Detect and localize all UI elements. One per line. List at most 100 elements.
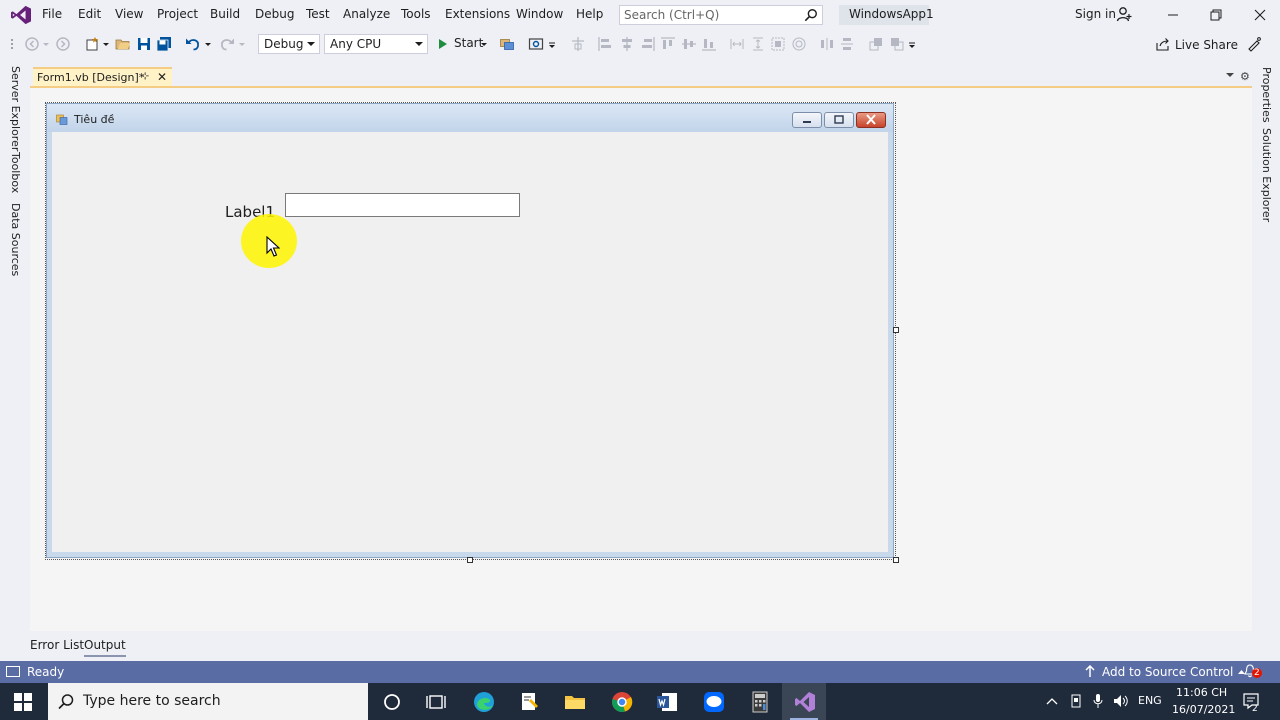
align-centers-icon[interactable]	[619, 36, 635, 52]
search-input[interactable]: Search (Ctrl+Q)	[619, 5, 823, 25]
pin-icon[interactable]: ⊹	[141, 71, 149, 82]
taskbar-chrome[interactable]	[599, 683, 643, 720]
toolbar-overflow-icon[interactable]	[908, 36, 916, 52]
align-rights-icon[interactable]	[640, 36, 656, 52]
browser-link-icon[interactable]	[499, 36, 515, 52]
align-tops-icon[interactable]	[660, 36, 676, 52]
solution-configuration-select[interactable]: Debug	[258, 34, 320, 54]
taskbar-edge[interactable]	[461, 683, 505, 720]
redo-icon[interactable]	[219, 36, 235, 52]
taskbar-word[interactable]	[644, 683, 688, 720]
volume-icon[interactable]	[1113, 694, 1129, 708]
back-dropdown-icon[interactable]	[42, 36, 50, 52]
new-project-icon[interactable]	[84, 36, 100, 52]
resize-handle-bottom-right[interactable]	[893, 557, 899, 563]
solution-explorer-tab[interactable]: Solution Explorer	[1260, 128, 1273, 222]
menu-project[interactable]: Project	[157, 7, 198, 21]
taskbar-file-explorer[interactable]	[552, 683, 596, 720]
clock-time[interactable]: 11:06 CH	[1176, 686, 1227, 699]
redo-dropdown-icon[interactable]	[238, 36, 246, 52]
clock-date[interactable]: 16/07/2021	[1172, 703, 1235, 716]
taskbar-calculator[interactable]	[737, 683, 781, 720]
menu-window[interactable]: Window	[516, 7, 563, 21]
close-tab-icon[interactable]: ✕	[157, 70, 167, 84]
make-same-width-icon[interactable]	[729, 36, 745, 52]
navigate-forward-icon[interactable]	[55, 36, 71, 52]
size-to-grid-icon[interactable]	[791, 36, 807, 52]
menu-build[interactable]: Build	[210, 7, 240, 21]
taskbar-search-input[interactable]: Type here to search	[48, 683, 368, 720]
properties-tab[interactable]: Properties	[1260, 67, 1273, 123]
open-folder-icon[interactable]	[115, 36, 131, 52]
screenshot-camera-icon[interactable]	[528, 36, 544, 52]
notifications-button[interactable]: 2	[1244, 664, 1262, 681]
navigate-back-icon[interactable]	[24, 36, 40, 52]
output-window-icon[interactable]	[6, 666, 20, 677]
align-lefts-icon[interactable]	[597, 36, 613, 52]
vertical-spacing-icon[interactable]	[839, 36, 855, 52]
menu-analyze[interactable]: Analyze	[343, 7, 390, 21]
menu-file[interactable]: File	[42, 7, 62, 21]
form-client-area[interactable]: Label1	[52, 132, 888, 552]
form-close-button[interactable]	[856, 112, 886, 128]
bring-to-front-icon[interactable]	[868, 36, 884, 52]
task-view-button[interactable]	[413, 683, 457, 720]
form-minimize-button[interactable]	[792, 112, 822, 128]
device-icon[interactable]	[1069, 694, 1083, 708]
tab-error-list[interactable]: Error List	[30, 638, 84, 655]
person-add-icon[interactable]	[1116, 6, 1132, 22]
server-explorer-tab[interactable]: Server Explorer	[9, 66, 22, 151]
tab-list-dropdown-icon[interactable]	[1226, 73, 1234, 77]
save-icon[interactable]	[136, 36, 152, 52]
textbox1-control[interactable]	[285, 193, 520, 217]
make-same-height-icon[interactable]	[750, 36, 766, 52]
visual-studio-logo-icon[interactable]	[10, 5, 32, 25]
restore-window-icon[interactable]	[1207, 6, 1225, 24]
menu-extensions[interactable]: Extensions	[445, 7, 510, 21]
add-to-source-control-button[interactable]: Add to Source Control	[1084, 665, 1246, 679]
minimize-window-icon[interactable]	[1164, 6, 1182, 24]
align-to-grid-icon[interactable]	[570, 36, 586, 52]
sign-in-link[interactable]: Sign in	[1075, 7, 1116, 21]
resize-handle-right[interactable]	[893, 327, 899, 333]
live-share-button[interactable]: Live Share	[1156, 38, 1238, 52]
taskbar-zalo[interactable]	[691, 683, 735, 720]
feedback-icon[interactable]	[1246, 36, 1262, 52]
close-window-icon[interactable]	[1251, 6, 1269, 24]
taskbar-file-editor[interactable]	[507, 683, 551, 720]
toolbar-grip-icon[interactable]	[9, 36, 25, 52]
input-language-indicator[interactable]: ENG	[1138, 694, 1162, 707]
menu-test[interactable]: Test	[306, 7, 330, 21]
form1-window[interactable]: Tiêu đề Label1	[46, 103, 894, 558]
taskbar-visual-studio[interactable]	[782, 683, 826, 720]
undo-dropdown-icon[interactable]	[204, 36, 212, 52]
new-project-dropdown-icon[interactable]	[102, 36, 110, 52]
menu-tools[interactable]: Tools	[401, 7, 431, 21]
resize-handle-bottom[interactable]	[467, 557, 473, 563]
undo-icon[interactable]	[185, 36, 201, 52]
menu-debug[interactable]: Debug	[255, 7, 294, 21]
menu-edit[interactable]: Edit	[78, 7, 101, 21]
send-to-back-icon[interactable]	[889, 36, 905, 52]
toolbox-tab[interactable]: Toolbox	[9, 152, 22, 193]
windows-start-icon[interactable]	[14, 693, 32, 711]
camera-dropdown-icon[interactable]	[548, 36, 556, 52]
gear-icon[interactable]: ⚙	[1240, 70, 1250, 83]
align-middles-icon[interactable]	[681, 36, 697, 52]
save-all-icon[interactable]	[156, 36, 172, 52]
form-title-bar[interactable]: Tiêu đề	[47, 104, 893, 132]
tab-output[interactable]: Output	[84, 638, 126, 657]
show-hidden-icons-chevron-up-icon[interactable]	[1046, 696, 1058, 706]
menu-help[interactable]: Help	[576, 7, 603, 21]
cortana-button[interactable]	[369, 683, 413, 720]
tab-form1-design[interactable]: Form1.vb [Design]* ⊹ ✕	[33, 67, 172, 86]
form-maximize-button[interactable]	[824, 112, 854, 128]
horizontal-spacing-icon[interactable]	[819, 36, 835, 52]
data-sources-tab[interactable]: Data Sources	[9, 203, 22, 276]
make-same-size-icon[interactable]	[770, 36, 786, 52]
start-dropdown-icon[interactable]	[480, 36, 488, 52]
microphone-icon[interactable]	[1093, 693, 1103, 709]
solution-platform-select[interactable]: Any CPU	[324, 34, 428, 54]
menu-view[interactable]: View	[115, 7, 143, 21]
align-bottoms-icon[interactable]	[701, 36, 717, 52]
